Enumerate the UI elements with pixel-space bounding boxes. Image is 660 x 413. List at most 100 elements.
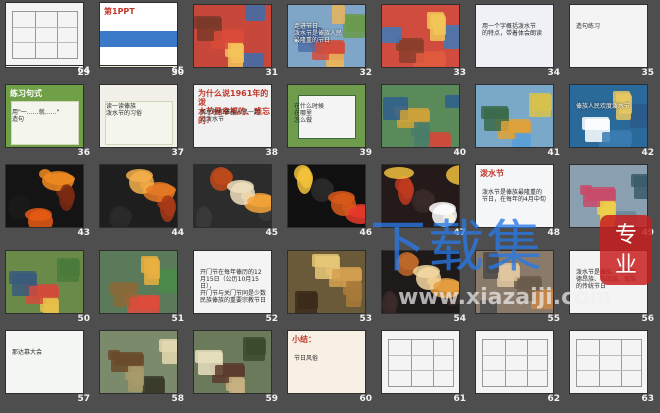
slide-thumbnail[interactable]: 54: [378, 248, 472, 328]
slide-preview[interactable]: [475, 84, 554, 148]
slide-thumbnail[interactable]: 为什么说1961年的泼 水节是幸福的、难忘的？ 周总理和傣族人民一起 过泼水节 38: [190, 82, 284, 162]
slide-preview[interactable]: 泼水节是傣族、阿昌族、 德昂族、布朗族、佤族 的传统节日: [569, 250, 648, 314]
slide-preview[interactable]: [381, 4, 460, 68]
slide-thumbnail[interactable]: 第1PPT 65: [96, 0, 190, 80]
slide-preview[interactable]: [287, 250, 366, 314]
slide-number: 52: [265, 314, 278, 324]
photo-shape: [60, 260, 80, 276]
slide-number: 33: [453, 68, 466, 78]
photo-shape: [416, 53, 446, 65]
slide-preview[interactable]: 傣族人民欢度泼水节: [569, 84, 648, 148]
slide-thumbnail[interactable]: 50: [2, 248, 96, 328]
slide-thumbnail[interactable]: 45: [190, 162, 284, 242]
slide-preview[interactable]: [5, 250, 84, 314]
slide-preview[interactable]: [475, 330, 554, 394]
slide-body-text: 那达慕大会: [12, 349, 43, 356]
table-lines: [388, 339, 454, 387]
slide-preview[interactable]: 练习句式 用"一……就……" 造句: [5, 84, 84, 148]
slide-thumbnail[interactable]: 49: [566, 162, 660, 242]
slide-thumbnail[interactable]: 造句练习 35: [566, 2, 660, 82]
slide-thumbnail[interactable]: 读一读傣族 泼水节的习俗 37: [96, 82, 190, 162]
slide-preview[interactable]: 那达慕大会: [5, 330, 84, 394]
slide-preview[interactable]: [99, 330, 178, 394]
slide-thumbnail[interactable]: 62: [472, 328, 566, 408]
slide-preview[interactable]: [193, 330, 272, 394]
slide-number: 42: [641, 148, 654, 158]
slide-thumbnail[interactable]: 64: [2, 0, 96, 80]
slide-thumbnail[interactable]: 31: [190, 2, 284, 82]
slide-preview[interactable]: [381, 330, 460, 394]
photo-shape: [480, 300, 497, 313]
slide-thumbnail[interactable]: 58: [96, 328, 190, 408]
slide-thumbnail[interactable]: 59: [190, 328, 284, 408]
photo-shape: [29, 286, 59, 298]
photo-shape: [11, 197, 31, 213]
photo-shape: [114, 354, 144, 366]
photo-shape: [501, 121, 531, 133]
slide-preview[interactable]: 开门节在每年傣历的12 月15日（公历10月15日）， 开门节与关门节同是少数 …: [193, 250, 272, 314]
slide-thumbnail[interactable]: 练习句式 用"一……就……" 造句 36: [2, 82, 96, 162]
slide-preview[interactable]: 造句练习: [569, 4, 648, 68]
slide-thumbnail[interactable]: 63: [566, 328, 660, 408]
photo-shape: [586, 189, 616, 201]
slide-preview[interactable]: 用一个字概括泼水节 的特点，带着体会朗读: [475, 4, 554, 68]
slide-body-text: 傣族人民欢度泼水节: [576, 103, 631, 110]
slide-thumbnail[interactable]: 41: [472, 82, 566, 162]
slide-thumbnail[interactable]: 傣族人民欢度泼水节 42: [566, 82, 660, 162]
photo-shape: [445, 95, 459, 108]
table-lines: [12, 11, 78, 59]
photo-shape: [431, 134, 451, 147]
slide-thumbnail[interactable]: 53: [284, 248, 378, 328]
slide-thumbnail[interactable]: 小结： 节日风俗 60: [284, 328, 378, 408]
slide-preview[interactable]: [5, 164, 84, 228]
slide-number: 39: [359, 148, 372, 158]
slide-preview[interactable]: [287, 164, 366, 228]
slide-preview[interactable]: [475, 250, 554, 314]
slide-preview[interactable]: [381, 250, 460, 314]
slide-preview[interactable]: 小结： 节日风俗: [287, 330, 366, 394]
slide-preview[interactable]: [569, 330, 648, 394]
slide-thumbnail[interactable]: 泼水节 泼水节是傣族最隆重的 节日，在每年的4月中旬 48: [472, 162, 566, 242]
slide-preview[interactable]: 在什么时候 在哪里 怎么做: [287, 84, 366, 148]
slide-thumbnail[interactable]: 43: [2, 162, 96, 242]
slide-body-text: 开门节在每年傣历的12 月15日（公历10月15日）， 开门节与关门节同是少数 …: [200, 269, 267, 304]
slide-preview[interactable]: [193, 164, 272, 228]
slide-thumbnail[interactable]: 33: [378, 2, 472, 82]
slide-thumbnail[interactable]: 61: [378, 328, 472, 408]
slide-number: 40: [453, 148, 466, 158]
photo-shape: [401, 180, 414, 199]
slide-thumbnail[interactable]: 用一个字概括泼水节 的特点，带着体会朗读 34: [472, 2, 566, 82]
slide-preview[interactable]: [381, 164, 460, 228]
slide-thumbnail[interactable]: 51: [96, 248, 190, 328]
slide-thumbnail[interactable]: 46: [284, 162, 378, 242]
slide-thumbnail[interactable]: 泼水节是傣族、阿昌族、 德昂族、布朗族、佤族 的传统节日 56: [566, 248, 660, 328]
slide-preview[interactable]: [5, 2, 84, 66]
photo-shape: [534, 291, 553, 303]
photo-shape: [433, 280, 459, 292]
slide-preview[interactable]: [99, 250, 178, 314]
slide-body-text: 在什么时候 在哪里 怎么做: [294, 103, 325, 124]
slide-preview[interactable]: 第1PPT: [99, 2, 178, 66]
photo-shape: [433, 16, 446, 35]
slide-thumbnail[interactable]: 走进节日 泼水节是傣族人民 最隆重的节日 32: [284, 2, 378, 82]
slide-thumbnail[interactable]: 40: [378, 82, 472, 162]
photo-shape: [617, 213, 637, 227]
slide-thumbnail[interactable]: 47: [378, 162, 472, 242]
photo-shape: [298, 293, 318, 309]
slide-thumbnail[interactable]: 那达慕大会 57: [2, 328, 96, 408]
slide-thumbnail[interactable]: 55: [472, 248, 566, 328]
slide-thumbnail[interactable]: 在什么时候 在哪里 怎么做 39: [284, 82, 378, 162]
slide-thumbnail[interactable]: 44: [96, 162, 190, 242]
slide-preview[interactable]: 读一读傣族 泼水节的习俗: [99, 84, 178, 148]
slide-preview[interactable]: [99, 164, 178, 228]
slide-preview[interactable]: [569, 164, 648, 228]
slide-preview[interactable]: [381, 84, 460, 148]
slide-thumbnail[interactable]: 开门节在每年傣历的12 月15日（公历10月15日）， 开门节与关门节同是少数 …: [190, 248, 284, 328]
slide-preview[interactable]: 为什么说1961年的泼 水节是幸福的、难忘的？ 周总理和傣族人民一起 过泼水节: [193, 84, 272, 148]
photo-shape: [145, 378, 165, 393]
photo-shape: [162, 341, 177, 364]
slide-preview[interactable]: 走进节日 泼水节是傣族人民 最隆重的节日: [287, 4, 366, 68]
table-lines: [576, 339, 642, 387]
slide-preview[interactable]: 泼水节 泼水节是傣族最隆重的 节日，在每年的4月中旬: [475, 164, 554, 228]
slide-preview[interactable]: [193, 4, 272, 68]
